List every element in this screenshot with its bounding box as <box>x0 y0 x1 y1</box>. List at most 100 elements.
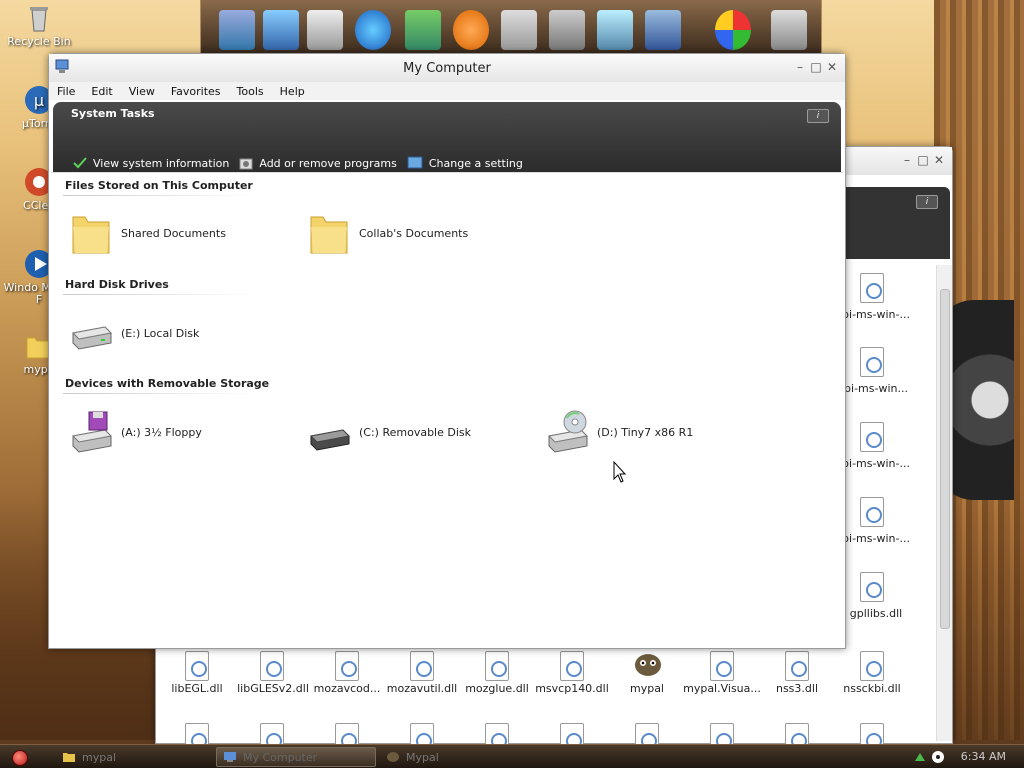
dock-calculator-icon[interactable] <box>501 10 537 50</box>
item-floppy-a[interactable]: (A:) 3½ Floppy <box>67 408 202 456</box>
file-icon[interactable] <box>710 651 734 681</box>
start-button[interactable] <box>12 750 28 766</box>
bg-tasks-panel: i <box>846 187 950 259</box>
file-icon[interactable] <box>860 422 884 452</box>
file-icon[interactable] <box>185 651 209 681</box>
file-icon[interactable] <box>860 273 884 303</box>
bg-minimize-icon[interactable]: – <box>900 153 914 167</box>
dock-media-player-icon[interactable] <box>453 10 489 50</box>
group-title-hard-disk-drives: Hard Disk Drives <box>65 278 169 291</box>
bg-vertical-scrollbar[interactable] <box>936 265 952 741</box>
folder-icon <box>310 216 348 254</box>
file-icon[interactable] <box>860 497 884 527</box>
item-collabs-documents[interactable]: Collab's Documents <box>305 209 468 257</box>
taskbar-clock[interactable]: 6:34 AM <box>961 750 1006 763</box>
item-label: Collab's Documents <box>359 226 469 240</box>
taskbar-button-label: Mypal <box>406 750 439 764</box>
file-icon[interactable] <box>860 347 884 377</box>
file-icon[interactable] <box>860 651 884 681</box>
menu-view[interactable]: View <box>129 85 155 98</box>
dock-settings-icon[interactable] <box>645 10 681 50</box>
item-label: (A:) 3½ Floppy <box>121 425 202 439</box>
dock <box>200 0 822 56</box>
dock-image-viewer-icon[interactable] <box>405 10 441 50</box>
svg-text:µ: µ <box>34 91 44 110</box>
item-cd-drive-d[interactable]: (D:) Tiny7 x86 R1 <box>543 408 693 456</box>
folder-icon <box>72 216 110 254</box>
maximize-icon[interactable]: □ <box>809 60 823 74</box>
task-links: View system information Add or remove pr… <box>73 156 527 170</box>
taskbar: mypal My Computer Mypal 6:34 AM <box>0 744 1024 768</box>
file-icon[interactable] <box>860 572 884 602</box>
desktop-icon-recycle-bin[interactable]: Recycle Bin <box>0 2 78 48</box>
menu-edit[interactable]: Edit <box>91 85 112 98</box>
file-label: gpllibs.dll <box>849 607 903 620</box>
file-label: mozavcod... <box>313 682 381 695</box>
file-icon[interactable] <box>260 651 284 681</box>
recycle-bin-icon <box>30 7 48 32</box>
taskbar-button-mypal-app[interactable]: Mypal <box>380 747 540 767</box>
file-icon[interactable] <box>785 651 809 681</box>
menu-tools[interactable]: Tools <box>237 85 264 98</box>
content-area: Files Stored on This Computer Shared Doc… <box>51 172 843 646</box>
group-title-removable-storage: Devices with Removable Storage <box>65 377 270 390</box>
file-label: mypal.Visua... <box>683 682 761 695</box>
file-label: mozglue.dll <box>465 682 529 695</box>
dock-internet-explorer-icon[interactable] <box>355 10 391 50</box>
bg-info-button[interactable]: i <box>916 195 938 209</box>
system-tasks-title: System Tasks <box>71 107 155 120</box>
control-panel-icon <box>407 156 423 169</box>
dock-recycle-bin-icon[interactable] <box>771 10 807 50</box>
floppy-drive-icon <box>71 411 113 453</box>
item-shared-documents[interactable]: Shared Documents <box>67 209 226 257</box>
item-label: Shared Documents <box>121 226 226 240</box>
bg-maximize-icon[interactable]: □ <box>916 153 930 167</box>
bg-close-icon[interactable]: ✕ <box>932 153 946 167</box>
task-change-setting[interactable]: Change a setting <box>407 156 523 170</box>
file-icon[interactable] <box>410 651 434 681</box>
menu-file[interactable]: File <box>57 85 75 98</box>
titlebar[interactable]: My Computer – □ ✕ <box>49 54 845 82</box>
group-divider <box>63 393 255 394</box>
file-label: libEGL.dll <box>171 682 223 695</box>
item-local-disk-e[interactable]: (E:) Local Disk <box>67 309 199 357</box>
dock-start-orb-icon[interactable] <box>715 10 751 50</box>
group-divider <box>63 294 255 295</box>
file-icon[interactable] <box>335 651 359 681</box>
item-removable-disk-c[interactable]: (C:) Removable Disk <box>305 408 471 456</box>
my-computer-window[interactable]: My Computer – □ ✕ File Edit View Favorit… <box>48 53 846 649</box>
safely-remove-hardware-icon[interactable] <box>912 749 928 765</box>
hard-disk-icon <box>71 326 113 350</box>
mypal-app-icon[interactable] <box>632 649 664 679</box>
system-tasks-panel: System Tasks i View system information A… <box>53 102 841 172</box>
dock-computer-icon[interactable] <box>219 10 255 50</box>
file-icon[interactable] <box>560 651 584 681</box>
task-link-label: View system information <box>93 156 230 170</box>
info-button[interactable]: i <box>807 109 829 123</box>
menu-help[interactable]: Help <box>280 85 305 98</box>
taskbar-button-my-computer[interactable]: My Computer <box>216 747 376 767</box>
group-divider <box>63 195 255 196</box>
dock-documents-icon[interactable] <box>307 10 343 50</box>
item-label: (D:) Tiny7 x86 R1 <box>597 425 694 439</box>
removable-disk-icon <box>309 429 351 451</box>
task-link-label: Change a setting <box>428 156 523 170</box>
dock-network-icon[interactable] <box>263 10 299 50</box>
group-title-files-stored: Files Stored on This Computer <box>65 179 253 192</box>
minimize-icon[interactable]: – <box>793 60 807 74</box>
dock-notepad-icon[interactable] <box>597 10 633 50</box>
dock-paint-icon[interactable] <box>549 10 585 50</box>
menu-favorites[interactable]: Favorites <box>171 85 221 98</box>
item-label: (C:) Removable Disk <box>359 425 472 439</box>
file-label: mypal <box>629 682 664 695</box>
file-label: msvcp140.dll <box>535 682 609 695</box>
taskbar-button-mypal-folder[interactable]: mypal <box>56 747 206 767</box>
programs-icon <box>239 158 253 170</box>
bg-scroll-thumb[interactable] <box>940 289 950 629</box>
file-icon[interactable] <box>485 651 509 681</box>
task-view-system-information[interactable]: View system information <box>73 157 229 170</box>
file-label: mozavutil.dll <box>386 682 458 695</box>
close-icon[interactable]: ✕ <box>825 60 839 74</box>
volume-icon[interactable] <box>930 749 946 765</box>
task-add-remove-programs[interactable]: Add or remove programs <box>239 156 397 170</box>
